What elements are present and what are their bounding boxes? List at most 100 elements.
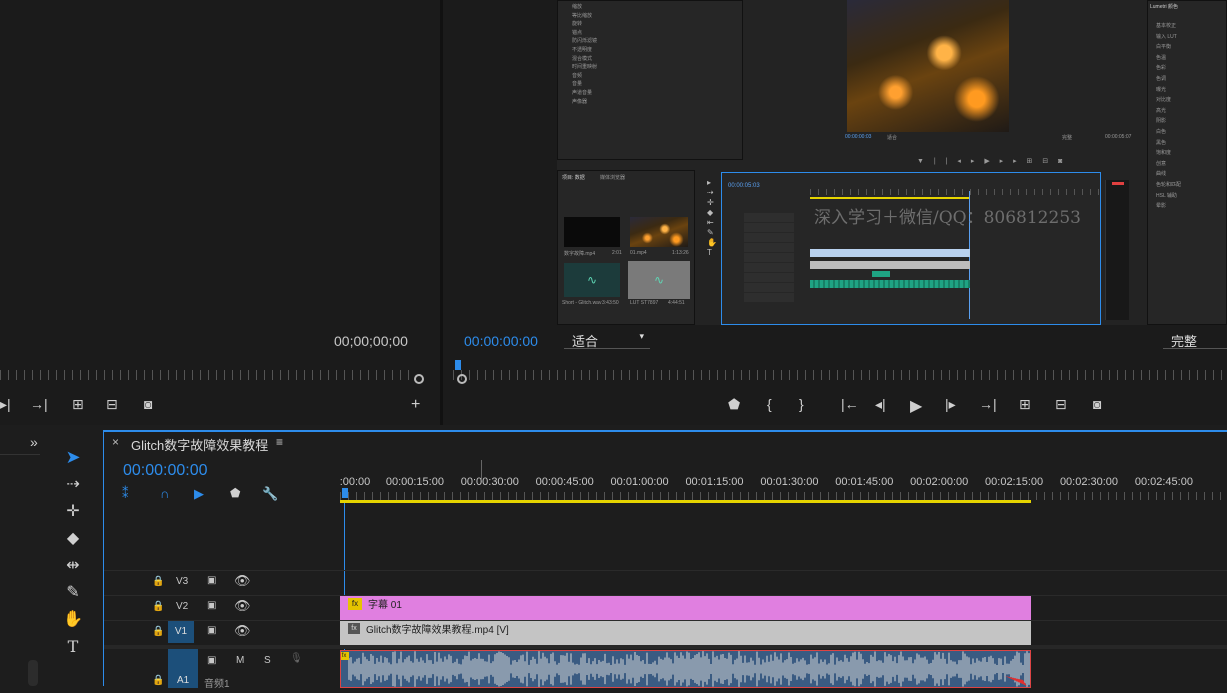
camera-icon[interactable]: ◙ (144, 396, 152, 412)
ruler-tick-label: 00:01:00:00 (610, 476, 669, 488)
title-clip[interactable]: fx 字幕 01 (340, 596, 1031, 620)
nest-icon[interactable]: ⁑ (122, 486, 129, 502)
source-time-ruler[interactable] (0, 370, 415, 380)
panel-menu-icon[interactable]: ≡ (276, 435, 283, 449)
eye-icon[interactable]: 👁 (234, 573, 251, 589)
embedded-work-area (810, 197, 970, 199)
film-icon[interactable]: ▣ (207, 655, 216, 666)
eye-icon[interactable]: 👁 (234, 598, 251, 614)
audio-wave-icon: ∿ (564, 263, 620, 297)
mark-in-icon[interactable]: { (767, 396, 772, 412)
ruler-tick-label: 00:00:15:00 (385, 476, 444, 488)
track-select-icon[interactable]: ⇢ (59, 472, 87, 496)
panel-overflow-icon[interactable]: » (30, 434, 38, 450)
embedded-project-tab: 项目: 数据 (562, 175, 585, 181)
close-icon[interactable]: × (112, 435, 119, 449)
track-header-v1: 🔒 V1 ▣ 👁 (104, 621, 340, 645)
ruler-tick-label: 00:00:30:00 (460, 476, 519, 488)
camera-icon[interactable]: ◙ (1093, 396, 1101, 412)
program-zoom-handle[interactable] (457, 374, 467, 384)
selection-tool-icon[interactable]: ➤ (59, 445, 87, 469)
ruler-tick-label: 00:02:00:00 (910, 476, 969, 488)
snap-icon[interactable]: ∩ (160, 486, 169, 501)
track-label-v1[interactable]: V1 (168, 621, 194, 643)
lock-icon[interactable]: 🔒 (152, 576, 164, 587)
lock-icon[interactable]: 🔒 (152, 626, 164, 637)
quality-dropdown[interactable]: 完整 (1163, 331, 1227, 349)
mark-out-icon[interactable]: } (799, 396, 804, 412)
ruler-tick-label: 00:01:15:00 (685, 476, 744, 488)
fit-dropdown-label: 适合 (572, 334, 599, 349)
mic-icon[interactable]: 🎙 (290, 653, 303, 664)
step-back-icon[interactable]: ◂| (875, 396, 886, 413)
chevron-down-icon: ▾ (639, 331, 644, 341)
lumetri-list: 基本校正 输入 LUT 白平衡 色温 色彩 色调 曝光 对比度 高光 阴影 白色… (1156, 23, 1182, 210)
film-icon[interactable]: ▣ (207, 575, 216, 586)
thumb-2-label: 01.mp4 (630, 250, 647, 256)
thumb-3-duration: 3:43:50 (602, 300, 619, 306)
mute-button[interactable]: M (236, 655, 244, 666)
timeline-playhead-icon[interactable] (342, 488, 348, 498)
embedded-seq-timecode: 00:00:05:03 (728, 183, 760, 189)
ruler-tick-label: 00:00:45:00 (535, 476, 594, 488)
extract-icon[interactable]: ⊟ (1055, 396, 1067, 413)
quality-dropdown-label: 完整 (1171, 334, 1198, 349)
program-video-frame: 缩放 等比缩放 旋转 锚点 防闪烁滤镜 不透明度 混合模式 时间重映射 音频 音… (557, 0, 1227, 325)
hand-icon[interactable]: ✋ (59, 607, 87, 631)
lift-icon[interactable]: ⊞ (1019, 396, 1031, 413)
plus-icon[interactable]: + (411, 396, 420, 414)
go-to-out-icon[interactable]: →| (979, 396, 997, 412)
audio-wave-icon: ∿ (628, 261, 690, 299)
type-icon[interactable]: T (59, 634, 87, 658)
thumb-1-label: 数字故障.mp4 (564, 251, 596, 257)
thumb-4-duration: 4:44:51 (668, 300, 685, 306)
video-clip-label: Glitch数字故障效果教程.mp4 [V] (366, 625, 509, 636)
timeline-ruler[interactable]: :00:00 00:00:15:00 00:00:30:00 00:00:45:00 0… (340, 472, 1227, 502)
sequence-tab-title[interactable]: Glitch数字故障效果教程 (131, 435, 268, 454)
step-forward-icon[interactable]: |▸ (945, 396, 956, 413)
step-forward-icon[interactable]: ▸| (0, 396, 11, 413)
audio-clip[interactable]: fx (340, 650, 1031, 688)
go-to-out-icon[interactable]: →| (30, 396, 48, 412)
slip-icon[interactable]: ⇹ (59, 553, 87, 577)
wrench-icon[interactable]: 🔧 (262, 486, 278, 502)
project-panel-edge: » (0, 430, 52, 686)
embedded-program-video (847, 0, 1009, 132)
insert-icon[interactable]: ⊞ (72, 396, 84, 413)
fx-badge: fx (341, 652, 349, 660)
fit-dropdown[interactable]: 适合 ▾ (564, 331, 650, 349)
source-zoom-handle[interactable] (414, 374, 424, 384)
play-icon[interactable]: ▶ (910, 396, 922, 416)
scrollbar[interactable] (28, 660, 38, 686)
lock-icon[interactable]: 🔒 (152, 675, 164, 686)
program-transport-controls: ⬟ { } |← ◂| ▶ |▸ →| ⊞ ⊟ ◙ (723, 396, 1123, 416)
program-timecode[interactable]: 00:00:00:00 (464, 333, 538, 349)
timeline-timecode[interactable]: 00:00:00:00 (123, 462, 208, 480)
film-icon[interactable]: ▣ (207, 600, 216, 611)
source-timecode[interactable]: 00;00;00;00 (334, 333, 408, 349)
pen-icon[interactable]: ✎ (59, 580, 87, 604)
link-icon[interactable]: ▶ (194, 486, 204, 502)
video-clip[interactable]: fx Glitch数字故障效果教程.mp4 [V] (340, 621, 1031, 645)
ripple-edit-icon[interactable]: ✛ (59, 499, 87, 523)
video-audio-divider[interactable] (104, 645, 1227, 649)
marker-icon[interactable]: ⬟ (230, 486, 240, 500)
audio-waveform (348, 651, 1030, 687)
program-playhead-icon[interactable] (455, 360, 461, 370)
track-label-v2: V2 (176, 601, 189, 612)
go-to-in-icon[interactable]: |← (841, 396, 859, 412)
program-time-ruler[interactable] (453, 370, 1227, 380)
solo-button[interactable]: S (264, 655, 271, 666)
overwrite-icon[interactable]: ⊟ (106, 396, 118, 413)
razor-icon[interactable]: ◆ (59, 526, 87, 550)
ruler-tick-label: 00:02:15:00 (985, 476, 1044, 488)
timeline-toolbar: ⁑ ∩ ▶ ⬟ 🔧 (122, 486, 322, 502)
thumb-1-duration: 2:01 (612, 250, 622, 256)
marker-icon[interactable]: ⬟ (728, 396, 740, 413)
track-header-a1: ▣ M S 🎙 🔒 A1 音频1 (104, 649, 340, 690)
film-icon[interactable]: ▣ (207, 625, 216, 636)
lock-icon[interactable]: 🔒 (152, 601, 164, 612)
work-area-bar[interactable] (340, 500, 1031, 503)
tools-panel: ➤ ⇢ ✛ ◆ ⇹ ✎ ✋ T (55, 430, 97, 686)
eye-icon[interactable]: 👁 (234, 623, 251, 639)
